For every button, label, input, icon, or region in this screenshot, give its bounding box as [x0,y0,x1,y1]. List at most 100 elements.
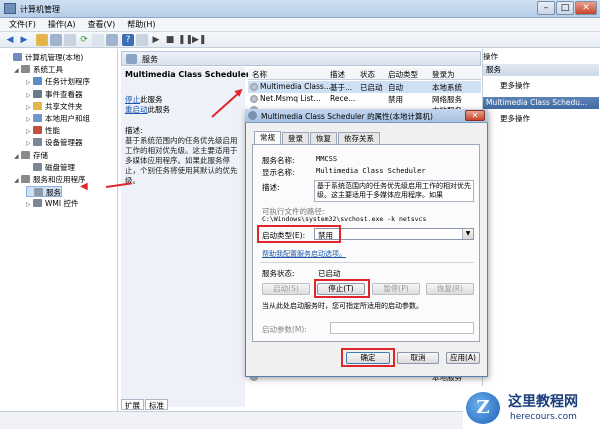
expand-closed-icon[interactable]: ▷ [26,140,33,147]
tree-node-label: 任务计划程序 [45,77,90,87]
menu-help[interactable]: 帮助(H) [124,18,158,31]
tree-node-label: 服务和应用程序 [33,175,86,184]
dialog-close-button[interactable]: ✕ [465,110,485,121]
tab-extended[interactable]: 扩展 [121,399,144,410]
back-icon[interactable]: ◀ [4,34,16,46]
menu-view[interactable]: 查看(V) [85,18,119,31]
expand-closed-icon[interactable]: ▷ [26,104,33,111]
service-status-value: 已启动 [318,269,341,278]
start-params-input[interactable] [330,322,474,334]
tree-node[interactable]: 服务 [26,186,62,198]
tree-node[interactable]: ▷ 本地用户和组 [26,113,90,124]
help-icon[interactable]: ? [122,34,134,46]
expand-closed-icon[interactable]: ▷ [26,92,33,99]
selected-service-title: Multimedia Class Scheduler [125,70,250,79]
mmc-view-icon[interactable] [106,34,118,46]
expand-closed-icon[interactable]: ▷ [26,116,33,123]
action-pane-icon[interactable] [136,34,148,46]
event-icon [33,89,42,98]
tree-node[interactable]: ▷ 任务计划程序 [26,76,90,87]
expand-closed-icon[interactable]: ▷ [26,201,33,208]
wmi-icon [33,199,42,208]
computer-management-icon [4,3,16,14]
tree-node[interactable]: ▷ 设备管理器 [26,137,83,148]
stop-service-link[interactable]: 停止 [125,95,140,104]
tree-node[interactable]: ▷ 事件查看器 [26,89,83,100]
show-hide-tree-icon[interactable] [50,34,62,46]
pane-header-title: 服务 [142,55,158,64]
expand-open-icon[interactable]: ◢ [14,177,21,184]
forward-icon[interactable]: ▶ [18,34,30,46]
restart-service-link[interactable]: 重启动 [125,105,148,114]
startup-help-link[interactable]: 帮助我配置服务启动选项。 [262,249,346,259]
tree-node-label: 存储 [33,150,48,160]
restart-icon[interactable]: ▶❚ [192,34,206,46]
tree-node[interactable]: ◢ 系统工具 [14,64,63,75]
column-description[interactable]: 描述 [330,69,345,80]
tree-node-label: 磁盘管理 [45,162,75,172]
tree-node[interactable]: ◢ 存储 [14,150,48,161]
column-status[interactable]: 状态 [360,69,375,80]
menu-action[interactable]: 操作(A) [45,18,79,31]
resume-button[interactable]: 恢复(R) [426,283,474,295]
maximize-button[interactable]: □ [556,1,574,15]
export-icon[interactable] [64,34,76,46]
tree-node[interactable]: 计算机管理(本地) [6,52,83,63]
service-row[interactable]: Net.Msmq List... Rece... 禁用 网络服务 [248,93,481,105]
more-actions-selected[interactable]: 更多操作 [500,113,530,124]
tab-standard[interactable]: 标准 [145,399,168,410]
expand-closed-icon[interactable]: ▷ [26,79,33,86]
tree-node[interactable]: ▷ WMI 控件 [26,198,78,209]
pause-icon[interactable]: ❚❚ [178,34,193,46]
column-logon-as[interactable]: 登录为 [432,69,455,80]
tree-node[interactable]: ▷ 性能 [26,125,60,136]
tree-node-label: 性能 [45,126,60,136]
menu-file[interactable]: 文件(F) [6,18,39,31]
tree-node-label: 计算机管理(本地) [25,53,84,62]
column-name[interactable]: 名称 [252,69,267,80]
pause-button[interactable]: 暂停(P) [372,283,420,295]
chevron-down-icon[interactable]: ▼ [462,229,473,239]
service-row[interactable]: Multimedia Class... 基于... 已启动 自动 本地系统 [248,81,481,93]
tree-node[interactable]: ◢ 服务和应用程序 [14,174,86,185]
view-tabs: 扩展 标准 [121,399,321,411]
cancel-button[interactable]: 取消 [397,352,439,364]
tree-node-label: 事件查看器 [45,89,83,99]
up-folder-icon[interactable] [36,34,48,46]
title-bar: 计算机管理 – □ ✕ [0,0,600,18]
tab-dependencies[interactable]: 依存关系 [338,132,380,144]
apply-button[interactable]: 应用(A) [446,352,480,364]
watermark-logo: Z [466,392,500,424]
more-actions-services[interactable]: 更多操作 [500,80,530,91]
device-icon [33,138,42,147]
tree-node[interactable]: 磁盘管理 [26,162,75,173]
tab-recovery[interactable]: 恢复 [310,132,337,144]
tree-node-label: WMI 控件 [45,199,79,209]
tree-node[interactable]: ▷ 共享文件夹 [26,101,83,112]
actions-group-selected-service[interactable]: Multimedia Class Schedu... [483,97,599,109]
display-name-value: Multimedia Class Scheduler [316,167,426,175]
watermark-name: 这里教程网 [508,394,578,410]
dialog-description-box[interactable]: 基于系统范围内的任务优先级启用工作的相对优先级。这主要适用于多媒体应用程序。如果 [314,180,474,202]
expand-closed-icon[interactable]: ▷ [26,128,33,135]
tab-general[interactable]: 常规 [254,131,281,144]
service-description: 基于系统范围内的任务优先级启用工作的相对优先级。这主要适用于多媒体应用程序。如果… [125,136,238,185]
minimize-button[interactable]: – [537,1,555,15]
expand-open-icon[interactable]: ◢ [14,67,21,74]
properties-icon[interactable] [92,34,104,46]
start-button[interactable]: 启动(S) [262,283,310,295]
restart-service-suffix: 此服务 [147,105,171,114]
service-status-label: 服务状态: [262,269,295,278]
stop-icon[interactable]: ■ [164,34,176,46]
close-button[interactable]: ✕ [575,1,597,15]
service-name-value: MMCSS [316,155,338,163]
tab-logon[interactable]: 登录 [282,132,309,144]
play-icon[interactable]: ▶ [150,34,162,46]
expand-open-icon[interactable]: ◢ [14,153,21,160]
column-startup-type[interactable]: 启动类型 [388,69,418,80]
service-gear-icon [250,83,258,91]
services-icon [34,188,43,197]
dialog-title: Multimedia Class Scheduler 的属性(本地计算机) [261,112,433,121]
actions-group-services[interactable]: 服务 [483,64,599,76]
refresh-icon[interactable]: ⟳ [78,34,90,46]
